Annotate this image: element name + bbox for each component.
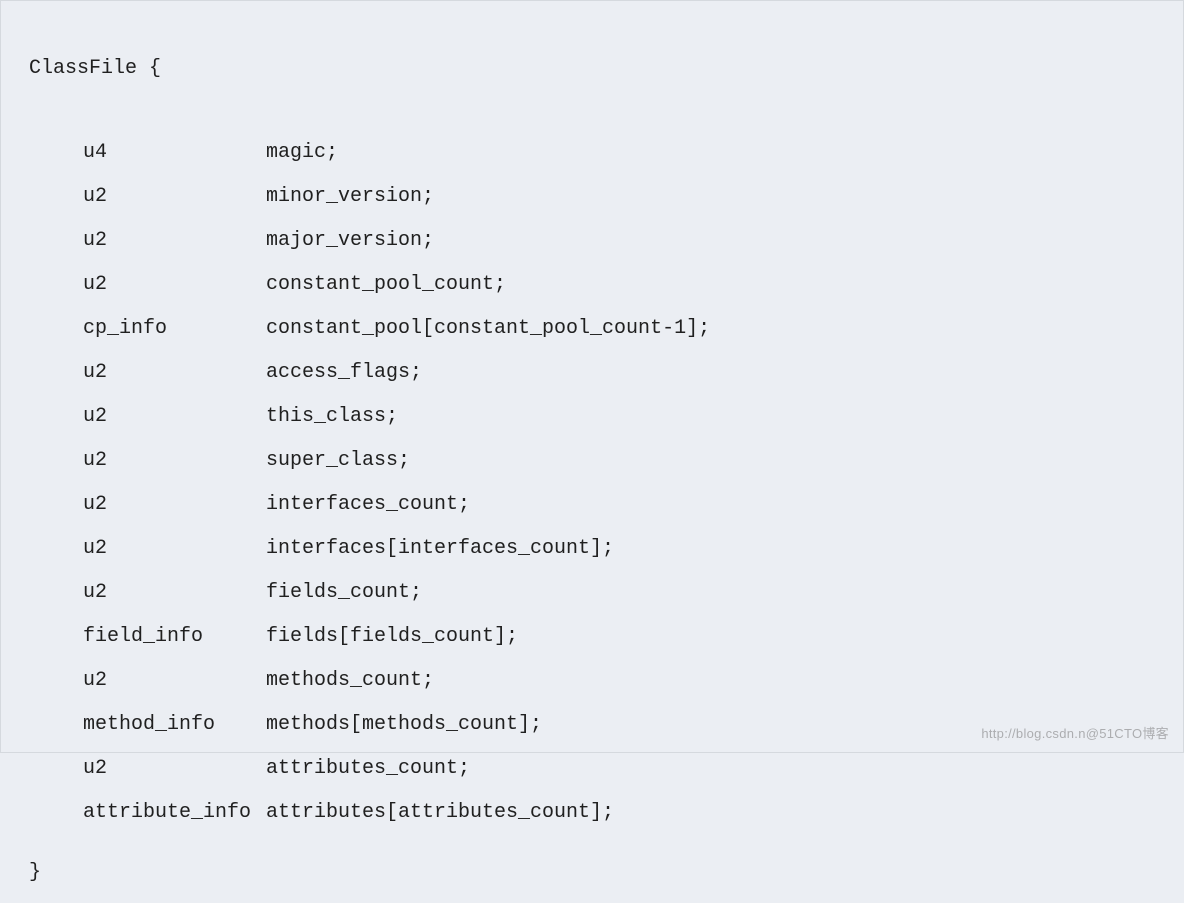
field-type: cp_info [83,319,266,339]
field-name: attributes_count; [266,757,470,780]
watermark-text: http://blog.csdn.n@51CTO博客 [981,727,1169,740]
field-type: field_info [83,627,266,647]
field-line: field_infofields[fields_count]; [29,627,1155,647]
field-line: u2interfaces_count; [29,495,1155,515]
code-block: ClassFile { u4magic;u2minor_version;u2ma… [29,19,1155,903]
field-line: cp_infoconstant_pool[constant_pool_count… [29,319,1155,339]
field-line: u2minor_version; [29,187,1155,207]
field-type: u4 [83,143,266,163]
field-name: interfaces_count; [266,493,470,516]
field-type: u2 [83,187,266,207]
field-line: attribute_infoattributes[attributes_coun… [29,803,1155,823]
field-line: u4magic; [29,143,1155,163]
field-name: minor_version; [266,185,434,208]
field-type: attribute_info [83,803,266,823]
field-name: this_class; [266,405,398,428]
field-type: u2 [83,407,266,427]
field-name: methods[methods_count]; [266,713,542,736]
field-type: u2 [83,583,266,603]
field-name: fields[fields_count]; [266,625,518,648]
field-line: u2fields_count; [29,583,1155,603]
struct-footer: } [29,863,1155,883]
field-line: u2interfaces[interfaces_count]; [29,539,1155,559]
field-type: u2 [83,451,266,471]
field-name: constant_pool[constant_pool_count-1]; [266,317,710,340]
field-line: u2attributes_count; [29,759,1155,779]
field-type: u2 [83,231,266,251]
field-line: u2major_version; [29,231,1155,251]
field-name: methods_count; [266,669,434,692]
field-type: method_info [83,715,266,735]
field-name: interfaces[interfaces_count]; [266,537,614,560]
field-name: super_class; [266,449,410,472]
field-name: constant_pool_count; [266,273,506,296]
field-line: u2access_flags; [29,363,1155,383]
field-line: u2methods_count; [29,671,1155,691]
field-name: magic; [266,141,338,164]
field-name: major_version; [266,229,434,252]
field-line: u2super_class; [29,451,1155,471]
field-type: u2 [83,671,266,691]
field-line: u2constant_pool_count; [29,275,1155,295]
field-name: attributes[attributes_count]; [266,801,614,824]
field-type: u2 [83,275,266,295]
field-name: fields_count; [266,581,422,604]
struct-header: ClassFile { [29,59,1155,79]
field-name: access_flags; [266,361,422,384]
field-type: u2 [83,539,266,559]
field-line: u2this_class; [29,407,1155,427]
field-type: u2 [83,759,266,779]
field-type: u2 [83,363,266,383]
field-type: u2 [83,495,266,515]
